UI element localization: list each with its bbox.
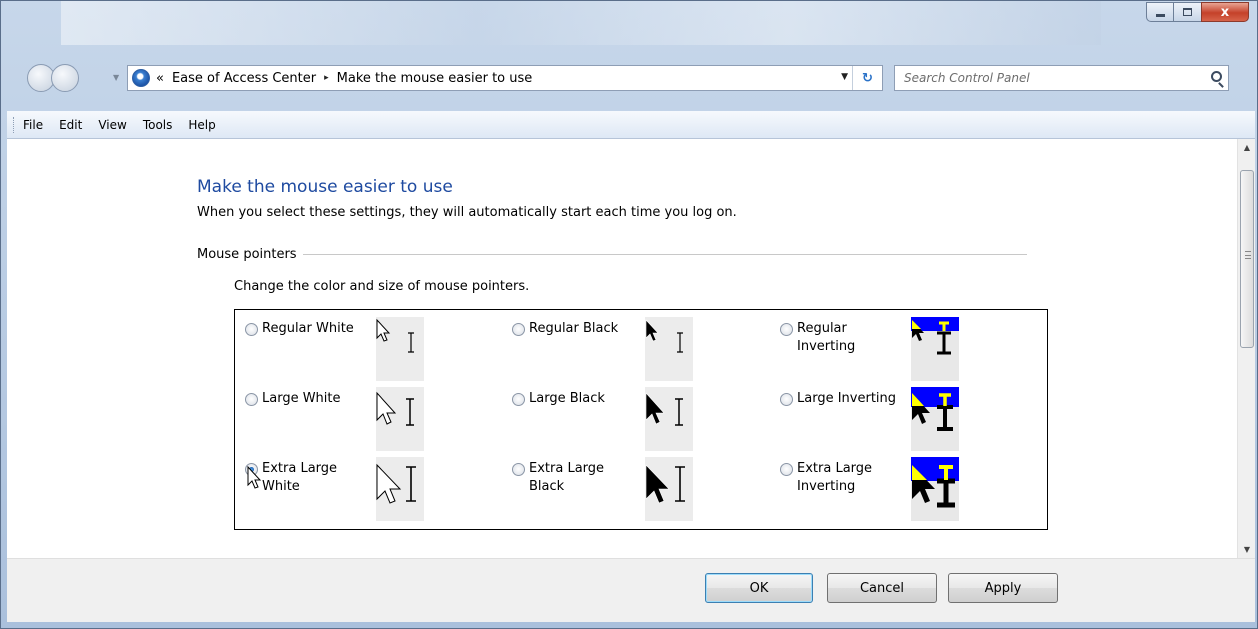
preview-regular-black xyxy=(645,317,693,381)
option-label: Regular White xyxy=(262,321,354,336)
maximize-button[interactable] xyxy=(1173,2,1202,22)
address-bar[interactable]: « Ease of Access Center ▸ Make the mouse… xyxy=(127,65,883,91)
close-icon: x xyxy=(1220,4,1230,20)
minimize-icon xyxy=(1155,13,1165,17)
address-dropdown-icon[interactable]: ▼ xyxy=(841,72,848,82)
content-area: Make the mouse easier to use When you se… xyxy=(7,139,1255,558)
menu-view[interactable]: View xyxy=(98,118,126,132)
radio-regular-white[interactable] xyxy=(245,323,258,336)
preview-regular-white xyxy=(376,317,424,381)
scrollbar-thumb[interactable] xyxy=(1240,170,1254,348)
option-large-black[interactable]: Large Black xyxy=(512,390,659,408)
breadcrumb-separator-icon[interactable]: ▸ xyxy=(324,73,329,83)
option-large-inverting[interactable]: Large Inverting xyxy=(780,390,897,408)
radio-extra-large-black[interactable] xyxy=(512,463,525,476)
page-subtitle: When you select these settings, they wil… xyxy=(197,205,737,220)
search-icon[interactable] xyxy=(1211,71,1222,82)
apply-button[interactable]: Apply xyxy=(948,573,1058,603)
scrollbar-grip xyxy=(1245,251,1251,259)
preview-large-inverting xyxy=(911,387,959,451)
maximize-icon xyxy=(1183,8,1192,16)
option-label: Extra Large Inverting xyxy=(797,461,873,494)
option-regular-black[interactable]: Regular Black xyxy=(512,320,659,338)
radio-large-white[interactable] xyxy=(245,393,258,406)
preview-extra-large-black xyxy=(645,457,693,521)
section-description: Change the color and size of mouse point… xyxy=(234,279,530,294)
option-label: Large Inverting xyxy=(797,391,897,406)
preview-large-white xyxy=(376,387,424,451)
section-heading-label: Mouse pointers xyxy=(197,247,297,262)
option-label: Regular Inverting xyxy=(797,321,856,354)
breadcrumb-ease-of-access-center[interactable]: Ease of Access Center xyxy=(172,71,316,86)
refresh-icon[interactable]: ↻ xyxy=(852,66,882,90)
page-title: Make the mouse easier to use xyxy=(197,177,453,197)
menu-bar: File Edit View Tools Help xyxy=(7,111,1255,139)
option-regular-inverting[interactable]: Regular Inverting xyxy=(780,320,897,356)
section-divider xyxy=(302,254,1027,255)
minimize-button[interactable] xyxy=(1146,2,1174,22)
option-label: Extra Large White xyxy=(262,461,338,494)
option-label: Large Black xyxy=(529,391,605,406)
option-large-white[interactable]: Large White xyxy=(245,390,387,408)
menu-help[interactable]: Help xyxy=(188,118,215,132)
control-panel-icon xyxy=(132,69,150,87)
title-bar[interactable]: x xyxy=(1,1,1258,53)
ok-button[interactable]: OK xyxy=(705,573,813,603)
menu-edit[interactable]: Edit xyxy=(59,118,82,132)
preview-extra-large-white xyxy=(376,457,424,521)
pointer-options-box: Regular White Regular Black Regular Inve… xyxy=(234,309,1048,530)
title-bar-background xyxy=(61,1,1101,45)
breadcrumb-overflow[interactable]: « xyxy=(156,71,164,86)
window-controls: x xyxy=(1146,2,1249,22)
dialog-footer: OK Cancel Apply xyxy=(7,558,1255,622)
preview-extra-large-inverting xyxy=(911,457,959,521)
forward-button[interactable] xyxy=(51,64,79,92)
option-label: Large White xyxy=(262,391,341,406)
menu-tools[interactable]: Tools xyxy=(143,118,173,132)
radio-large-inverting[interactable] xyxy=(780,393,793,406)
option-extra-large-inverting[interactable]: Extra Large Inverting xyxy=(780,460,897,496)
navigation-bar: ▼ « Ease of Access Center ▸ Make the mou… xyxy=(1,63,1258,93)
close-button[interactable]: x xyxy=(1201,2,1249,22)
menu-grip xyxy=(13,117,15,133)
radio-large-black[interactable] xyxy=(512,393,525,406)
mouse-cursor-icon xyxy=(247,466,262,489)
menu-file[interactable]: File xyxy=(23,118,43,132)
radio-regular-black[interactable] xyxy=(512,323,525,336)
section-heading: Mouse pointers xyxy=(197,247,1027,262)
cancel-button[interactable]: Cancel xyxy=(827,573,937,603)
radio-regular-inverting[interactable] xyxy=(780,323,793,336)
search-input[interactable] xyxy=(895,66,1185,90)
search-box[interactable] xyxy=(894,65,1229,91)
preview-large-black xyxy=(645,387,693,451)
vertical-scrollbar[interactable]: ▲ ▼ xyxy=(1237,139,1255,558)
scroll-down-icon[interactable]: ▼ xyxy=(1238,541,1256,558)
window-frame: x ▼ « Ease of Access Center ▸ Make the m… xyxy=(0,0,1258,629)
recent-pages-dropdown-icon[interactable]: ▼ xyxy=(113,73,119,82)
scroll-up-icon[interactable]: ▲ xyxy=(1238,139,1256,156)
radio-extra-large-inverting[interactable] xyxy=(780,463,793,476)
option-extra-large-black[interactable]: Extra Large Black xyxy=(512,460,639,496)
breadcrumb-make-mouse-easier[interactable]: Make the mouse easier to use xyxy=(337,71,533,86)
option-regular-white[interactable]: Regular White xyxy=(245,320,372,338)
preview-regular-inverting xyxy=(911,317,959,381)
option-label: Extra Large Black xyxy=(529,461,605,494)
option-label: Regular Black xyxy=(529,321,619,336)
